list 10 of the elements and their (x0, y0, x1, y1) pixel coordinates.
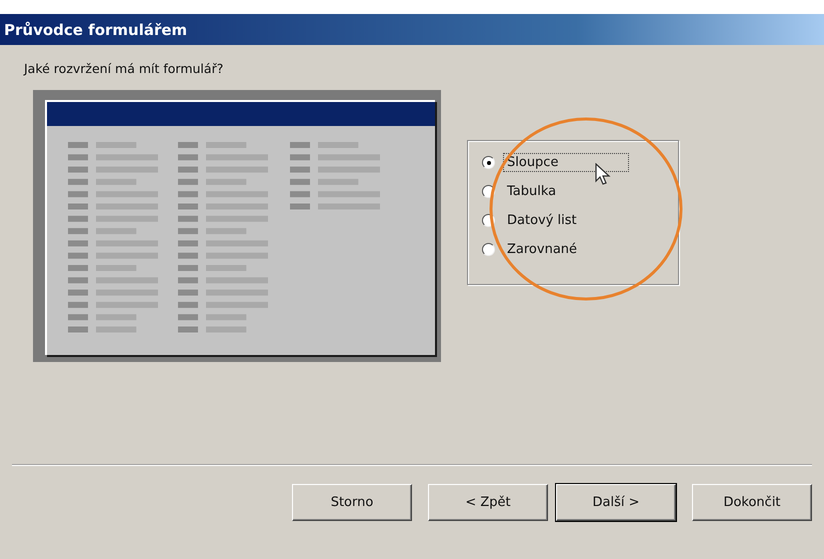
mouse-pointer-icon (595, 163, 611, 187)
wizard-button[interactable]: Storno (292, 484, 412, 521)
wizard-button[interactable]: Dokončit (692, 484, 812, 521)
wizard-button[interactable]: < Zpět (428, 484, 548, 521)
question-text: Jaké rozvržení má mít formulář? (24, 61, 224, 76)
layout-radio-option[interactable]: Zarovnané (482, 240, 678, 259)
layout-radio-option[interactable]: Datový list (482, 211, 678, 230)
layout-radio-option[interactable]: Tabulka (482, 182, 678, 201)
wizard-button[interactable]: Další > (556, 484, 676, 521)
window-title: Průvodce formulářem (4, 20, 188, 38)
